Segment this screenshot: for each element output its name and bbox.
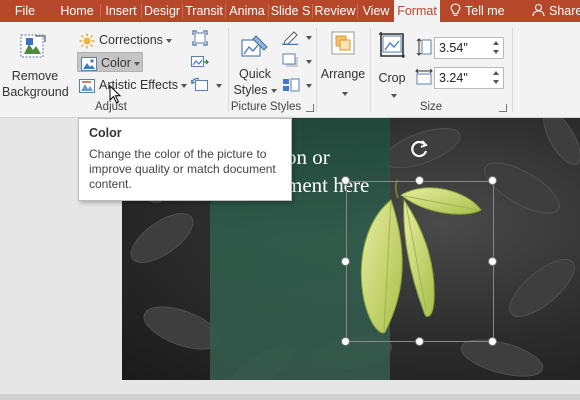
tab-animations[interactable]: Anima bbox=[226, 0, 268, 22]
ribbon: Remove Background Corrections Color Arti… bbox=[0, 22, 580, 118]
tab-home[interactable]: Home bbox=[54, 0, 100, 22]
tab-transitions[interactable]: Transit bbox=[183, 0, 225, 22]
resize-handle-w[interactable] bbox=[341, 257, 350, 266]
spin-down-icon[interactable] bbox=[493, 50, 499, 54]
picture-effects-button[interactable] bbox=[282, 53, 312, 71]
change-picture-icon[interactable] bbox=[191, 54, 209, 70]
reset-picture-icon bbox=[190, 77, 208, 91]
chevron-down-icon bbox=[306, 84, 312, 88]
ribbon-tab-bar: File Home Insert Desigr Transit Anima Sl… bbox=[0, 0, 580, 22]
spin-down-icon[interactable] bbox=[493, 80, 499, 84]
picture-styles-launcher-icon[interactable] bbox=[306, 104, 314, 112]
slide-text-line-1: on or bbox=[286, 145, 330, 169]
chevron-down-icon bbox=[342, 91, 348, 96]
tab-design[interactable]: Desigr bbox=[142, 0, 182, 22]
share-label: Share bbox=[549, 4, 580, 18]
quick-styles-label-2: Styles bbox=[232, 82, 278, 98]
sun-icon bbox=[79, 33, 95, 49]
remove-background-button[interactable]: Remove Background bbox=[2, 26, 69, 99]
picture-styles-group-label: Picture Styles bbox=[230, 101, 302, 113]
resize-handle-s[interactable] bbox=[415, 337, 424, 346]
color-label: Color bbox=[101, 56, 131, 70]
selection-frame bbox=[346, 181, 494, 342]
resize-handle-nw[interactable] bbox=[341, 176, 350, 185]
resize-handle-sw[interactable] bbox=[341, 337, 350, 346]
chevron-down-icon bbox=[165, 38, 172, 43]
picture-border-button[interactable] bbox=[282, 29, 312, 47]
resize-handle-n[interactable] bbox=[415, 176, 424, 185]
chevron-down-icon bbox=[306, 60, 312, 64]
picture-effects-icon bbox=[282, 53, 298, 67]
rotate-handle-icon[interactable] bbox=[410, 139, 430, 159]
artistic-effects-icon bbox=[79, 78, 95, 93]
artistic-effects-button[interactable]: Artistic Effects bbox=[79, 75, 187, 95]
arrange-label: Arrange bbox=[320, 67, 366, 81]
width-icon bbox=[415, 69, 433, 85]
size-launcher-icon[interactable] bbox=[499, 104, 507, 112]
resize-handle-se[interactable] bbox=[488, 337, 497, 346]
picture-color-icon bbox=[81, 56, 97, 71]
chevron-down-icon bbox=[133, 61, 140, 66]
width-spinner[interactable]: 3.24" bbox=[434, 67, 504, 89]
artistic-effects-label: Artistic Effects bbox=[99, 78, 178, 92]
width-value: 3.24" bbox=[439, 71, 468, 85]
color-tooltip: Color Change the color of the picture to… bbox=[78, 118, 292, 201]
height-icon bbox=[416, 38, 432, 56]
tell-me-box[interactable]: Tell me bbox=[450, 0, 516, 22]
quick-styles-label: Quick bbox=[239, 67, 271, 81]
adjust-group-label: Adjust bbox=[95, 101, 127, 113]
user-icon bbox=[532, 3, 545, 17]
tab-slide-show[interactable]: Slide S bbox=[269, 0, 312, 22]
picture-layout-icon bbox=[283, 78, 300, 92]
size-group-label: Size bbox=[419, 101, 443, 113]
color-button[interactable]: Color bbox=[77, 52, 143, 72]
pen-icon bbox=[282, 31, 298, 46]
share-button[interactable]: Share bbox=[532, 0, 580, 22]
spin-up-icon[interactable] bbox=[493, 71, 499, 75]
height-value: 3.54" bbox=[439, 41, 468, 55]
corrections-button[interactable]: Corrections bbox=[79, 30, 172, 50]
picture-layout-button[interactable] bbox=[282, 77, 312, 95]
lightbulb-icon bbox=[450, 3, 461, 16]
height-spinner[interactable]: 3.54" bbox=[434, 37, 504, 59]
tooltip-body: Change the color of the picture to impro… bbox=[89, 147, 276, 191]
quick-styles-icon bbox=[241, 35, 268, 57]
crop-button[interactable]: Crop bbox=[373, 26, 411, 100]
crop-icon bbox=[379, 32, 405, 58]
crop-label: Crop bbox=[378, 71, 406, 85]
compress-pictures-icon[interactable] bbox=[192, 30, 208, 46]
corrections-label: Corrections bbox=[99, 33, 163, 47]
tell-me-label: Tell me bbox=[465, 4, 505, 18]
remove-background-icon bbox=[20, 34, 46, 58]
spin-up-icon[interactable] bbox=[493, 41, 499, 45]
reset-picture-button[interactable] bbox=[190, 77, 222, 95]
tab-format[interactable]: Format bbox=[394, 0, 440, 22]
tab-view[interactable]: View bbox=[358, 0, 394, 22]
arrange-button[interactable]: Arrange bbox=[318, 26, 368, 100]
chevron-down-icon bbox=[391, 93, 397, 98]
resize-handle-ne[interactable] bbox=[488, 176, 497, 185]
status-bar bbox=[0, 394, 580, 400]
tab-insert[interactable]: Insert bbox=[101, 0, 141, 22]
remove-background-label-2: Background bbox=[2, 85, 69, 99]
chevron-down-icon bbox=[180, 83, 187, 88]
resize-handle-e[interactable] bbox=[488, 257, 497, 266]
quick-styles-button[interactable]: Quick Styles bbox=[232, 26, 278, 100]
tooltip-title: Color bbox=[89, 126, 122, 140]
tab-review[interactable]: Review bbox=[313, 0, 357, 22]
chevron-down-icon bbox=[306, 36, 312, 40]
tab-file[interactable]: File bbox=[0, 0, 50, 22]
remove-background-label: Remove bbox=[11, 69, 59, 83]
arrange-icon bbox=[331, 31, 355, 55]
chevron-down-icon bbox=[216, 84, 222, 88]
